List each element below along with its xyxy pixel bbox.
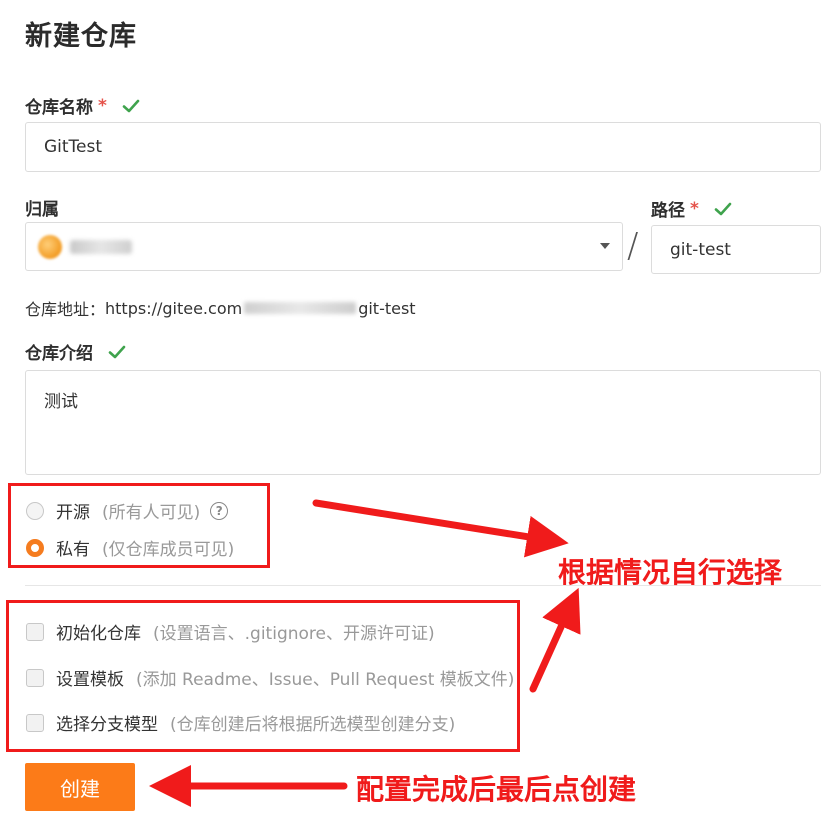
annotation-arrows [149,499,581,807]
arrow-to-choose [312,499,569,558]
arrow-up-options [529,587,581,693]
